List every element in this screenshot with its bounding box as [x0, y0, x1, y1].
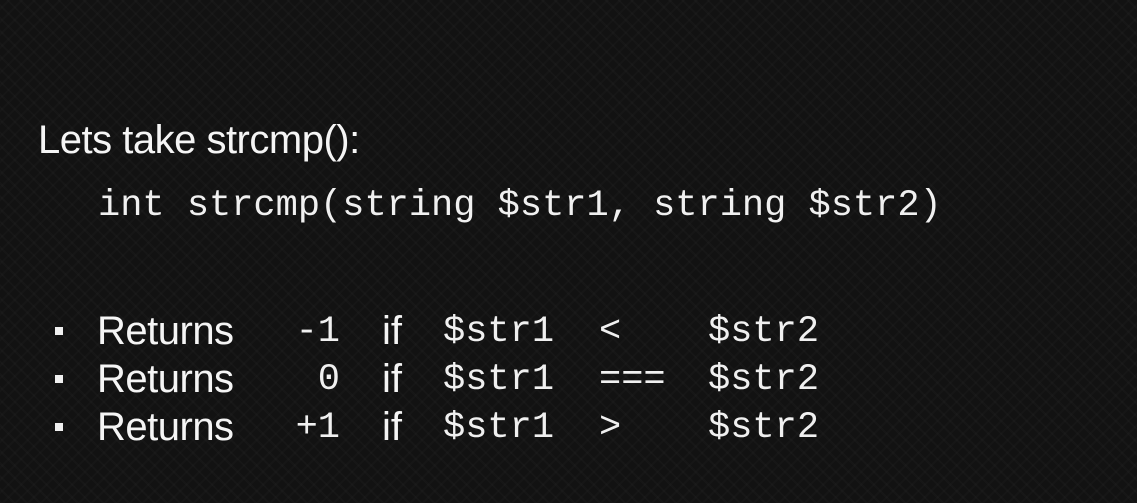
right-operand: $str2	[708, 359, 820, 401]
if-keyword: if	[382, 357, 402, 401]
return-values-list: Returns -1 if $str1 < $str2 Returns 0 if…	[0, 306, 1137, 450]
return-value: +1	[295, 407, 340, 449]
right-operand: $str2	[708, 311, 820, 353]
square-bullet-icon	[55, 327, 63, 335]
slide: Lets take strcmp(): int strcmp(string $s…	[0, 0, 1137, 503]
slide-heading: Lets take strcmp():	[38, 118, 360, 162]
left-operand: $str1	[443, 311, 555, 353]
comparison-operator: <	[599, 311, 622, 353]
function-signature: int strcmp(string $str1, string $str2)	[98, 185, 942, 227]
comparison-operator: >	[599, 407, 622, 449]
if-keyword: if	[382, 405, 402, 449]
return-value: -1	[295, 311, 340, 353]
returns-label: Returns	[97, 309, 234, 353]
list-item: Returns 0 if $str1 === $str2	[0, 354, 1137, 402]
comparison-operator: ===	[599, 359, 666, 401]
square-bullet-icon	[55, 375, 63, 383]
list-item: Returns -1 if $str1 < $str2	[0, 306, 1137, 354]
if-keyword: if	[382, 309, 402, 353]
right-operand: $str2	[708, 407, 820, 449]
left-operand: $str1	[443, 359, 555, 401]
return-value: 0	[317, 359, 340, 401]
left-operand: $str1	[443, 407, 555, 449]
returns-label: Returns	[97, 357, 234, 401]
square-bullet-icon	[55, 423, 63, 431]
returns-label: Returns	[97, 405, 234, 449]
list-item: Returns +1 if $str1 > $str2	[0, 402, 1137, 450]
